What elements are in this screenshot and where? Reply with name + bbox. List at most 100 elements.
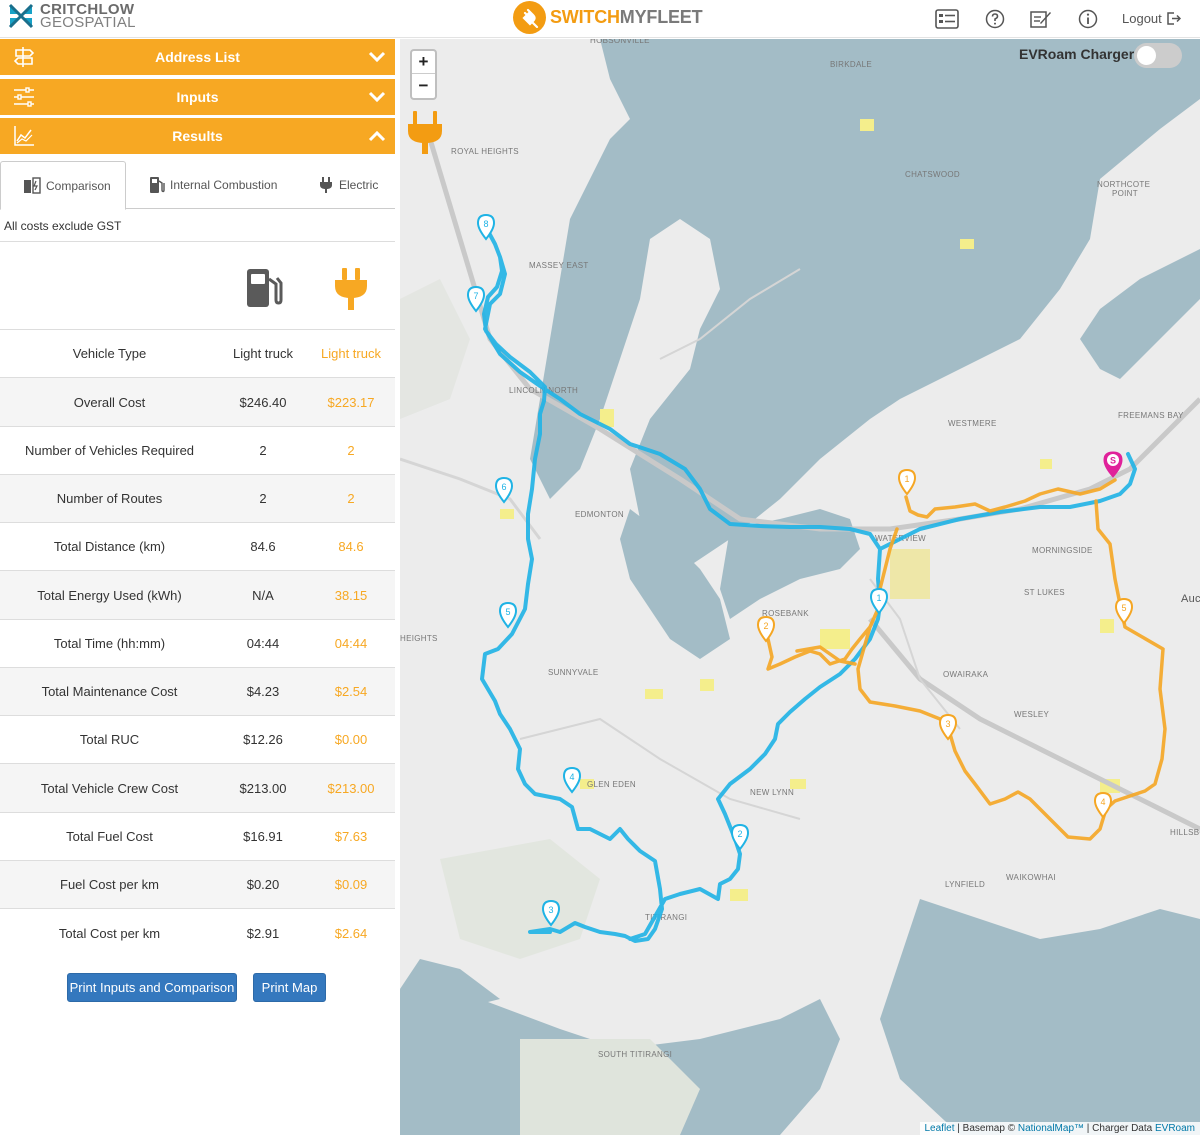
evroam-link[interactable]: EVRoam	[1155, 1123, 1195, 1134]
table-row: Number of Routes 2 2	[0, 474, 395, 522]
ice-value: $0.20	[246, 877, 280, 892]
svg-text:7: 7	[473, 291, 478, 301]
ice-value: $12.26	[243, 732, 283, 747]
ice-value: $4.23	[246, 684, 280, 699]
svg-text:BIRKDALE: BIRKDALE	[830, 60, 872, 69]
ev-value: 2	[347, 443, 355, 458]
row-label: Total Cost per km	[58, 926, 161, 941]
svg-text:ST LUKES: ST LUKES	[1024, 588, 1065, 597]
svg-text:S: S	[1110, 456, 1116, 466]
left-panel: Address List Inputs Results Comparison I…	[0, 39, 396, 1135]
table-row: Total Maintenance Cost $4.23 $2.54	[0, 667, 395, 715]
ev-value: 2	[347, 491, 355, 506]
row-label: Overall Cost	[73, 394, 146, 410]
tab-comparison[interactable]: Comparison	[0, 161, 126, 210]
table-row: Total Distance (km) 84.6 84.6	[0, 522, 395, 570]
logo-line-2: GEOSPATIAL	[40, 14, 136, 31]
tab-internal-combustion[interactable]: Internal Combustion	[149, 161, 277, 209]
row-label: Number of Vehicles Required	[24, 443, 195, 458]
row-label: Total Distance (km)	[53, 539, 166, 554]
evroam-chargers-label: EVRoam Chargers	[1019, 46, 1142, 62]
zoom-in-button[interactable]: +	[412, 51, 435, 74]
table-row: Total Energy Used (kWh) N/A 38.15	[0, 570, 395, 619]
svg-text:SUNNYVALE: SUNNYVALE	[548, 668, 599, 677]
svg-text:HEIGHTS: HEIGHTS	[400, 634, 438, 643]
results-accordion[interactable]: Results	[0, 118, 395, 154]
route-map[interactable]: HOBSONVILLE BIRKDALE ROYAL HEIGHTS CHATS…	[400, 39, 1200, 1135]
switchmyfleet-logo: SWITCHMYFLEET	[513, 1, 703, 34]
ev-value: $0.00	[334, 732, 368, 747]
svg-text:WAIKOWHAI: WAIKOWHAI	[1006, 873, 1056, 882]
address-list-label: Address List	[155, 49, 240, 65]
svg-text:NORTHCOTE: NORTHCOTE	[1097, 180, 1150, 189]
table-row: Vehicle Type Light truck Light truck	[0, 329, 395, 377]
ice-value: Light truck	[233, 346, 293, 361]
svg-text:5: 5	[1121, 603, 1126, 613]
ice-value: 2	[259, 491, 267, 506]
svg-text:WESTMERE: WESTMERE	[948, 419, 997, 428]
svg-text:6: 6	[501, 482, 506, 492]
svg-text:MORNINGSIDE: MORNINGSIDE	[1032, 546, 1093, 555]
info-icon[interactable]	[1076, 8, 1100, 30]
tab-electric-label: Electric	[339, 178, 379, 192]
table-row: Total Cost per km $2.91 $2.64	[0, 908, 395, 958]
svg-text:LYNFIELD: LYNFIELD	[945, 880, 985, 889]
chevron-down-icon	[368, 91, 386, 103]
table-row: Fuel Cost per km $0.20 $0.09	[0, 860, 395, 908]
row-label: Total Fuel Cost	[66, 829, 153, 844]
critchlow-mark-icon	[8, 3, 34, 29]
table-row: Overall Cost $246.40 $223.17	[0, 377, 395, 426]
svg-text:SOUTH TITIRANGI: SOUTH TITIRANGI	[598, 1050, 672, 1059]
tab-electric[interactable]: Electric	[318, 161, 378, 209]
address-list-accordion[interactable]: Address List	[0, 39, 395, 75]
svg-text:2: 2	[763, 621, 768, 631]
plug-logo-icon	[513, 1, 546, 34]
svg-text:NEW LYNN: NEW LYNN	[750, 788, 794, 797]
results-label: Results	[172, 128, 223, 144]
ice-value: N/A	[252, 587, 274, 603]
ev-value: $0.09	[334, 877, 368, 892]
ice-value: 84.6	[250, 539, 276, 554]
zoom-out-button[interactable]: −	[412, 74, 435, 97]
nationalmap-link[interactable]: NationalMap™	[1018, 1123, 1084, 1134]
ev-value: 84.6	[338, 539, 364, 554]
chevron-down-icon	[368, 51, 386, 63]
row-label: Total Maintenance Cost	[41, 684, 178, 699]
ev-value: $213.00	[327, 780, 375, 796]
logout-link[interactable]: Logout	[1122, 11, 1181, 26]
chart-icon	[14, 126, 34, 146]
svg-text:WESLEY: WESLEY	[1014, 710, 1050, 719]
ev-value: $223.17	[327, 394, 375, 410]
sliders-icon	[14, 87, 34, 107]
signpost-icon	[13, 47, 35, 67]
gst-note: All costs exclude GST	[4, 219, 122, 233]
evroam-chargers-toggle[interactable]	[1134, 43, 1182, 68]
svg-text:MASSEY EAST: MASSEY EAST	[529, 261, 589, 270]
toggle-knob	[1137, 46, 1156, 65]
svg-text:4: 4	[1100, 797, 1105, 807]
svg-text:GLEN EDEN: GLEN EDEN	[587, 780, 636, 789]
print-map-button[interactable]: Print Map	[253, 973, 326, 1002]
ev-value: 38.15	[334, 587, 368, 603]
svg-text:POINT: POINT	[1112, 189, 1138, 198]
comparison-icon	[24, 176, 41, 194]
ice-value: 2	[259, 443, 267, 458]
tab-internal-combustion-label: Internal Combustion	[170, 178, 278, 192]
ev-value: $2.64	[334, 926, 368, 941]
svg-text:Auc: Auc	[1181, 593, 1200, 605]
print-inputs-comparison-button[interactable]: Print Inputs and Comparison	[67, 973, 237, 1002]
edit-icon[interactable]	[1029, 8, 1053, 30]
svg-text:CHATSWOOD: CHATSWOOD	[905, 170, 960, 179]
app-header: CRITCHLOW GEOSPATIAL SWITCHMYFLEET Logou…	[0, 0, 1200, 38]
report-icon[interactable]	[935, 8, 959, 30]
help-icon[interactable]	[983, 8, 1007, 30]
results-tabs: Comparison Internal Combustion Electric	[0, 161, 395, 210]
leaflet-link[interactable]: Leaflet	[925, 1123, 955, 1134]
svg-text:ROYAL HEIGHTS: ROYAL HEIGHTS	[451, 147, 519, 156]
ev-value: $7.63	[334, 829, 368, 844]
ev-value: $2.54	[334, 684, 368, 699]
attribution-charger: | Charger Data	[1084, 1123, 1155, 1134]
table-row: Total RUC $12.26 $0.00	[0, 715, 395, 763]
row-label: Total Time (hh:mm)	[53, 636, 166, 651]
inputs-accordion[interactable]: Inputs	[0, 79, 395, 115]
